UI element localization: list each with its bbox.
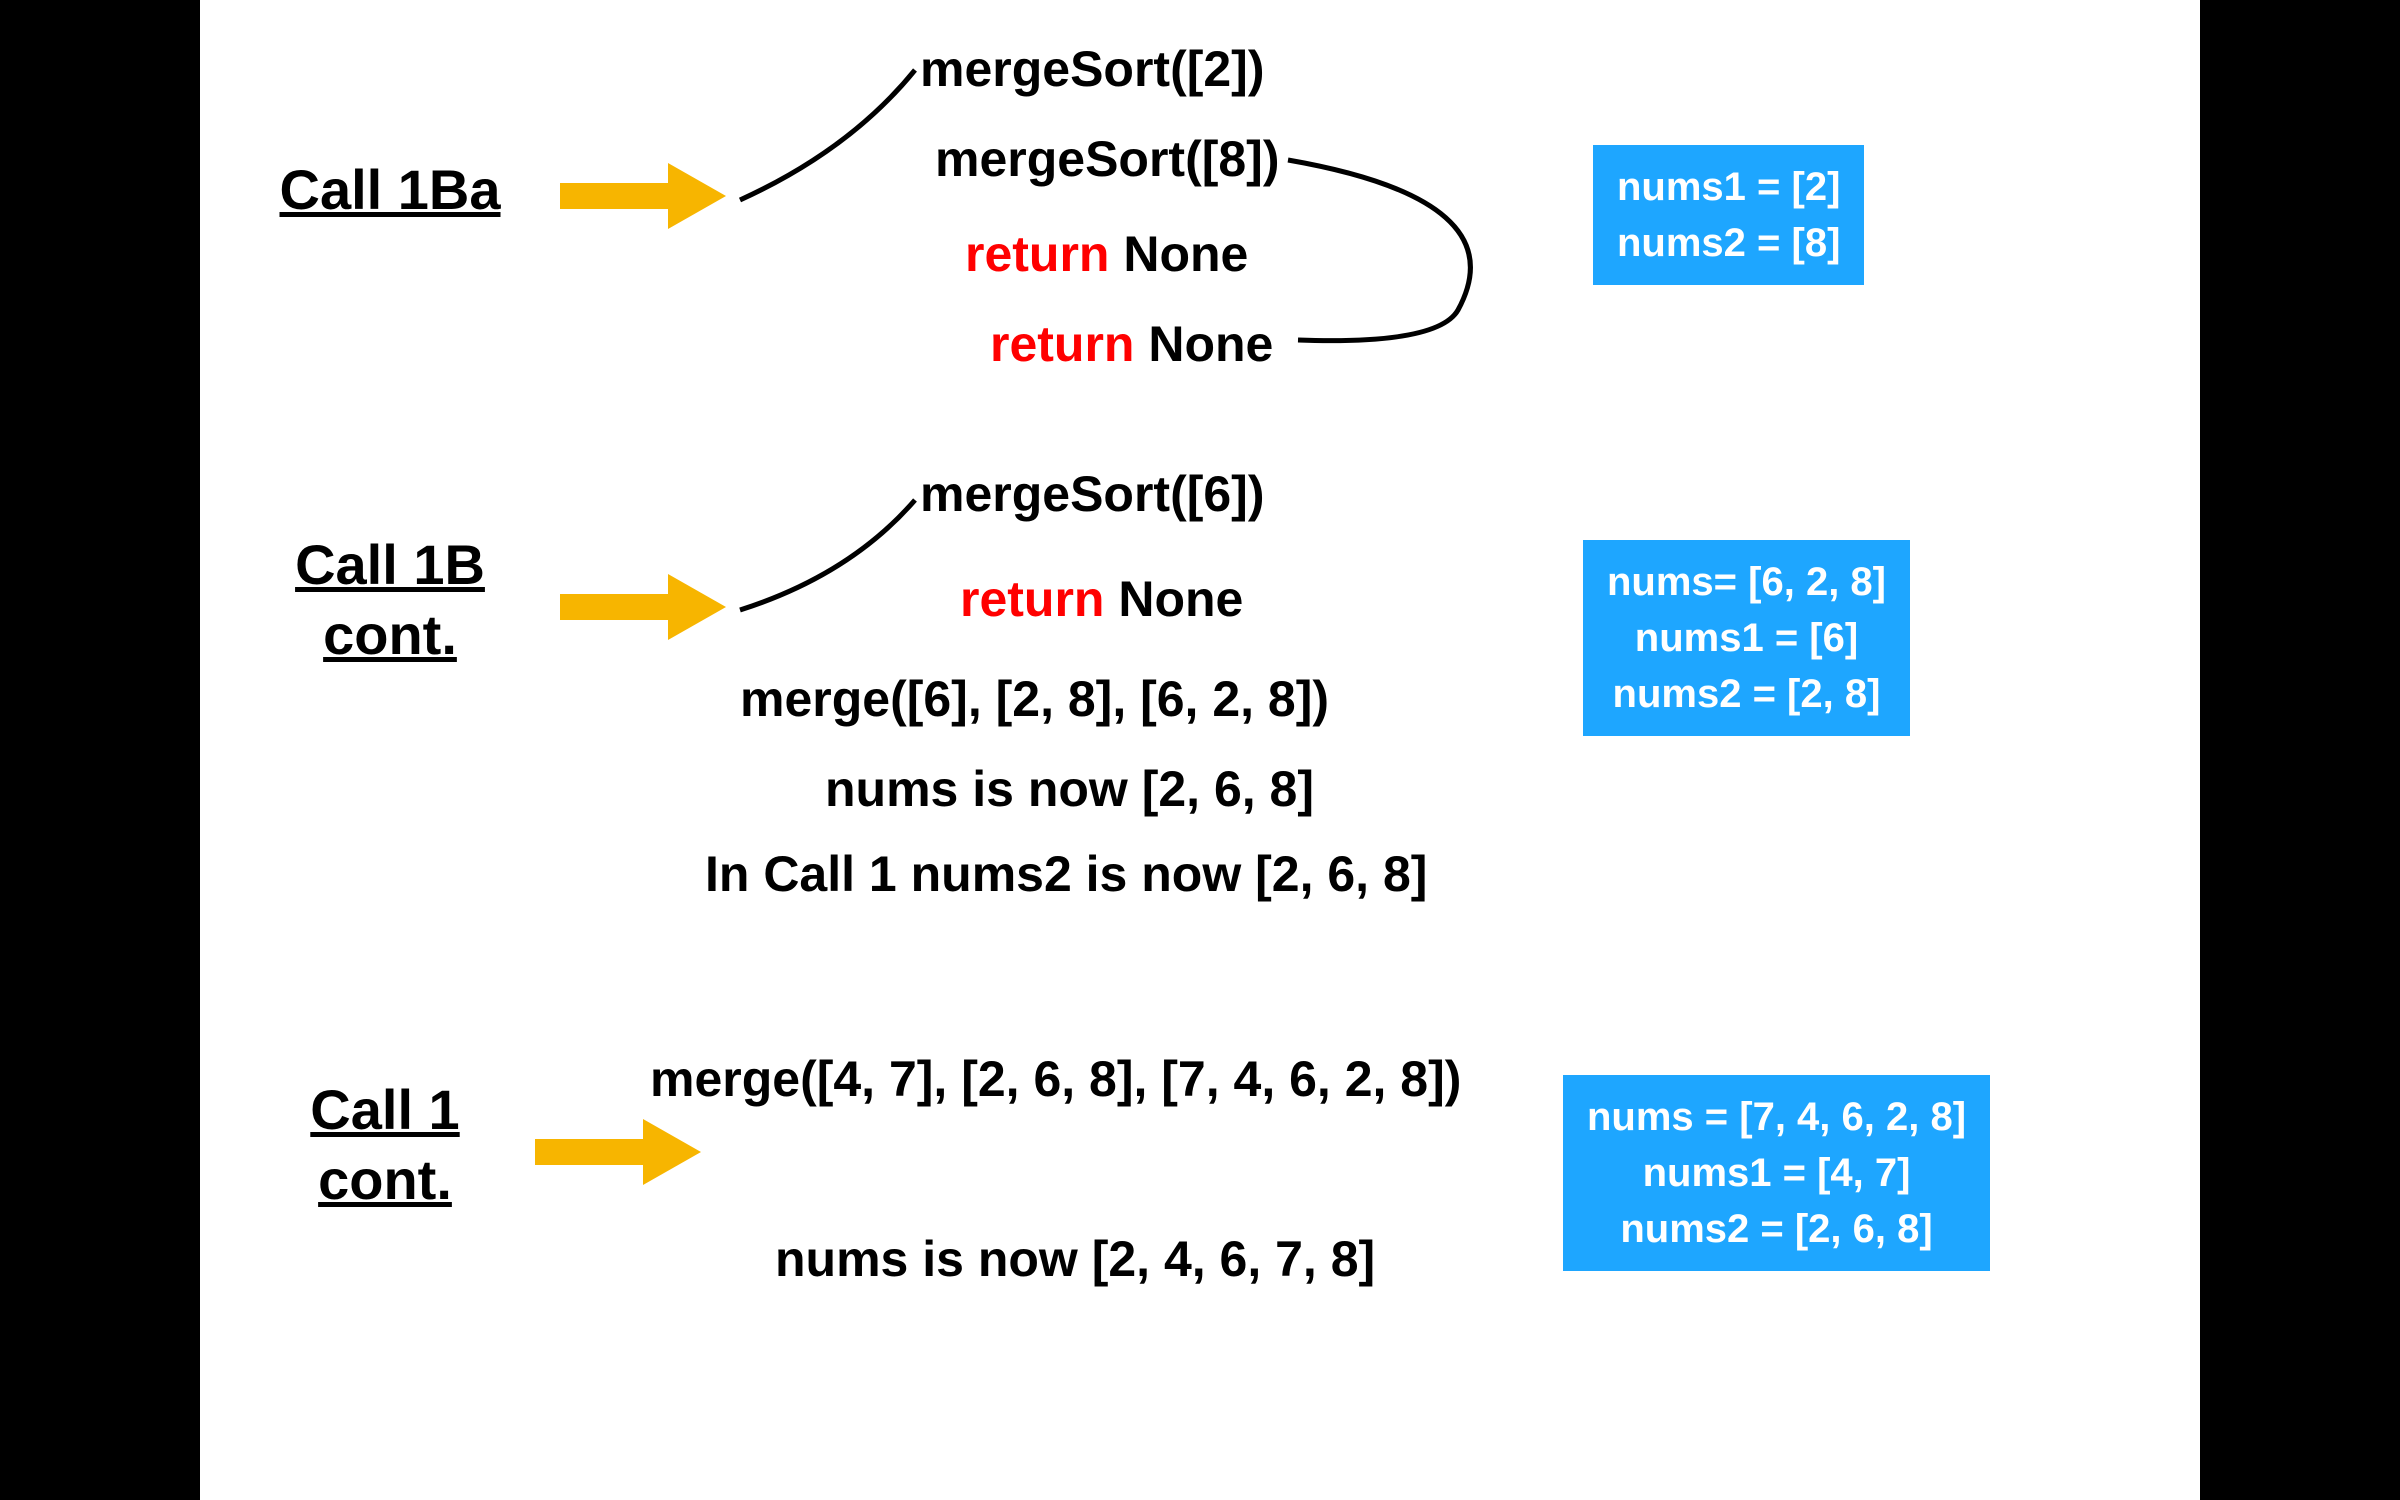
state-line: nums1 = [6] [1607, 610, 1886, 666]
curve-connector [740, 40, 960, 210]
code-return-none-2: return None [990, 315, 1273, 373]
state-line: nums1 = [4, 7] [1587, 1145, 1966, 1201]
code-return-none-1: return None [965, 225, 1248, 283]
code-merge-final: merge([4, 7], [2, 6, 8], [7, 4, 6, 2, 8]… [650, 1050, 1461, 1108]
keyword-return: return [965, 226, 1109, 282]
arrow-icon [535, 1123, 705, 1181]
arrow-icon [560, 167, 730, 225]
return-value: None [1109, 226, 1248, 282]
code-return-none-3: return None [960, 570, 1243, 628]
return-value: None [1104, 571, 1243, 627]
state-box-1ba: nums1 = [2] nums2 = [8] [1593, 145, 1864, 285]
code-call1-nums2: In Call 1 nums2 is now [2, 6, 8] [705, 845, 1427, 903]
state-line: nums = [7, 4, 6, 2, 8] [1587, 1089, 1966, 1145]
arrow-icon [560, 578, 730, 636]
state-line: nums2 = [8] [1617, 215, 1840, 271]
state-box-1: nums = [7, 4, 6, 2, 8] nums1 = [4, 7] nu… [1563, 1075, 1990, 1271]
code-mergesort-8: mergeSort([8]) [935, 130, 1279, 188]
state-line: nums2 = [2, 6, 8] [1587, 1201, 1966, 1257]
code-nums-now-final: nums is now [2, 4, 6, 7, 8] [775, 1230, 1375, 1288]
code-mergesort-2: mergeSort([2]) [920, 40, 1264, 98]
code-nums-now-268: nums is now [2, 6, 8] [825, 760, 1314, 818]
slide: Call 1Ba mergeSort([2]) mergeSort([8]) r… [200, 0, 2200, 1500]
state-line: nums= [6, 2, 8] [1607, 554, 1886, 610]
call-label-1b: Call 1B cont. [230, 530, 550, 670]
curve-connector [1288, 160, 1548, 370]
code-mergesort-6: mergeSort([6]) [920, 465, 1264, 523]
keyword-return: return [990, 316, 1134, 372]
state-box-1b: nums= [6, 2, 8] nums1 = [6] nums2 = [2, … [1583, 540, 1910, 736]
state-line: nums1 = [2] [1617, 159, 1840, 215]
call-label-1ba: Call 1Ba [240, 155, 540, 225]
call-label-1: Call 1 cont. [255, 1075, 515, 1215]
keyword-return: return [960, 571, 1104, 627]
code-merge-6-28: merge([6], [2, 8], [6, 2, 8]) [740, 670, 1329, 728]
state-line: nums2 = [2, 8] [1607, 666, 1886, 722]
return-value: None [1134, 316, 1273, 372]
